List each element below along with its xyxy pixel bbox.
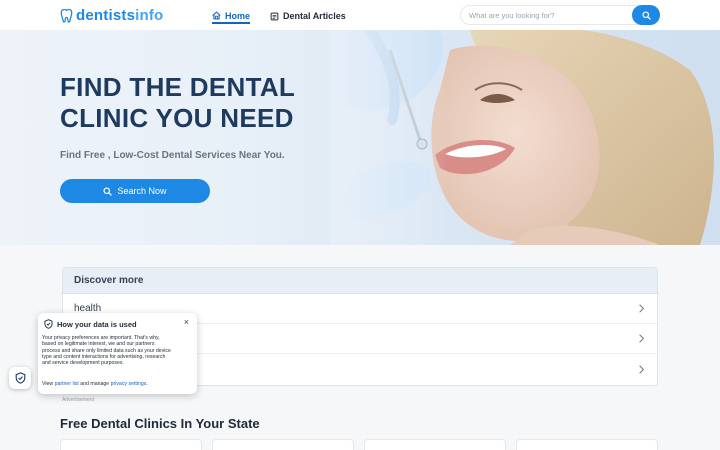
privacy-popup: How your data is used × Your privacy pre… — [38, 313, 197, 394]
search-icon — [641, 10, 651, 20]
nav-home-label: Home — [225, 10, 251, 21]
article-icon — [270, 12, 279, 20]
advertisement-label: Advertisement — [62, 397, 94, 403]
hero-banner: FIND THE DENTAL CLINIC YOU NEED Find Fre… — [0, 30, 720, 245]
logo-text: dentistsinfo — [76, 7, 163, 24]
search-now-label: Search Now — [117, 186, 167, 196]
discover-more-title: Discover more — [63, 268, 657, 294]
tooth-icon — [60, 8, 73, 23]
partner-list-link[interactable]: partner list — [55, 381, 79, 387]
logo-text-main: dentists — [76, 7, 136, 24]
site-logo[interactable]: dentistsinfo — [60, 7, 163, 24]
nav-home[interactable]: Home — [212, 9, 251, 24]
hero-title: FIND THE DENTAL CLINIC YOU NEED — [60, 72, 295, 134]
site-header: dentistsinfo Home Dental Articles — [0, 0, 720, 30]
privacy-popup-title: How your data is used — [57, 319, 137, 329]
header-search — [460, 5, 660, 25]
privacy-popup-header: How your data is used — [44, 319, 137, 329]
chevron-right-icon — [639, 334, 645, 343]
nav-dental-articles[interactable]: Dental Articles — [270, 9, 346, 23]
privacy-settings-button[interactable] — [9, 367, 31, 389]
state-card[interactable] — [364, 439, 506, 450]
nav-dental-articles-label: Dental Articles — [283, 11, 346, 21]
hero-subtitle: Find Free , Low-Cost Dental Services Nea… — [60, 150, 285, 161]
privacy-foot-middle: and manage — [80, 381, 110, 387]
state-card[interactable] — [60, 439, 202, 450]
search-button[interactable] — [632, 5, 660, 25]
main-nav: Home Dental Articles — [212, 9, 346, 24]
close-icon[interactable]: × — [184, 317, 189, 327]
state-card[interactable] — [212, 439, 354, 450]
search-now-button[interactable]: Search Now — [60, 179, 210, 203]
hero-title-line2: CLINIC YOU NEED — [60, 103, 294, 133]
privacy-foot-suffix: . — [146, 381, 148, 387]
hero-dentist-patient-image — [330, 30, 720, 245]
privacy-settings-link[interactable]: privacy settings — [111, 381, 147, 387]
search-input[interactable] — [469, 9, 629, 22]
state-card[interactable] — [516, 439, 658, 450]
shield-icon — [44, 319, 53, 329]
privacy-popup-footer: View partner list and manage privacy set… — [42, 381, 148, 387]
chevron-right-icon — [639, 364, 645, 374]
privacy-popup-body: Your privacy preferences are important. … — [42, 335, 171, 367]
chevron-right-icon — [639, 304, 645, 313]
home-icon — [212, 11, 221, 20]
search-icon — [103, 186, 113, 196]
privacy-foot-prefix: View — [42, 381, 54, 387]
shield-icon — [15, 372, 25, 384]
logo-text-accent: info — [135, 7, 164, 24]
section-title: Free Dental Clinics In Your State — [60, 416, 260, 431]
hero-title-line1: FIND THE DENTAL — [60, 72, 296, 102]
